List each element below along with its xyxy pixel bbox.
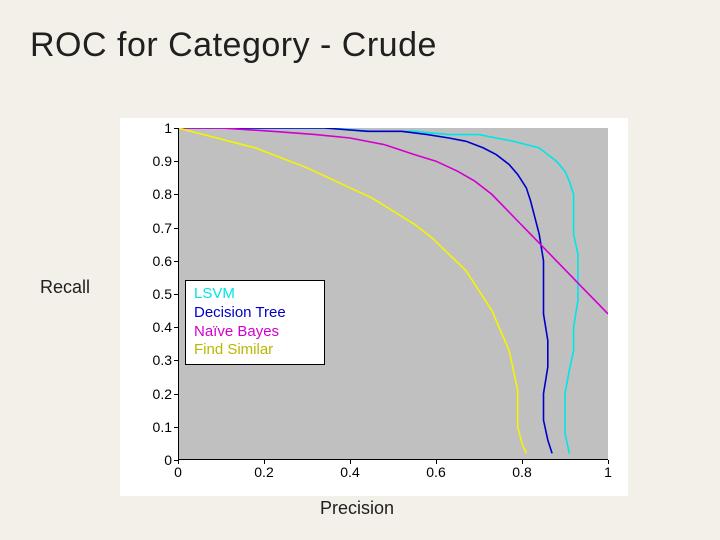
- page-title: ROC for Category - Crude: [30, 26, 437, 65]
- y-tick: 0.1: [120, 419, 172, 435]
- x-tick: 0.6: [416, 464, 456, 480]
- x-tick: 0.4: [330, 464, 370, 480]
- y-tick: 0.2: [120, 386, 172, 402]
- chart-figure: 00.10.20.30.40.50.60.70.80.91 00.20.40.6…: [120, 118, 628, 496]
- y-axis-line: [178, 128, 179, 460]
- x-axis-label: Precision: [320, 498, 394, 519]
- y-tick: 1: [120, 120, 172, 136]
- y-tick: 0.5: [120, 286, 172, 302]
- y-tick: 0.9: [120, 153, 172, 169]
- y-tick: 0.6: [120, 253, 172, 269]
- y-tick: 0.7: [120, 220, 172, 236]
- y-tick: 0.8: [120, 186, 172, 202]
- legend-item-find-similar: Find Similar: [194, 341, 314, 360]
- y-tick: 0.4: [120, 319, 172, 335]
- y-axis-label: Recall: [40, 277, 90, 298]
- x-axis-line: [178, 459, 608, 460]
- x-tick: 0: [158, 464, 198, 480]
- legend: LSVM Decision Tree Naïve Bayes Find Simi…: [185, 280, 325, 365]
- legend-item-decision-tree: Decision Tree: [194, 304, 314, 323]
- x-tick: 1: [588, 464, 628, 480]
- legend-item-lsvm: LSVM: [194, 285, 314, 304]
- slide: ROC for Category - Crude Recall Precisio…: [0, 0, 720, 540]
- x-tick: 0.2: [244, 464, 284, 480]
- x-tick: 0.8: [502, 464, 542, 480]
- y-tick: 0.3: [120, 352, 172, 368]
- legend-item-naive-bayes: Naïve Bayes: [194, 323, 314, 342]
